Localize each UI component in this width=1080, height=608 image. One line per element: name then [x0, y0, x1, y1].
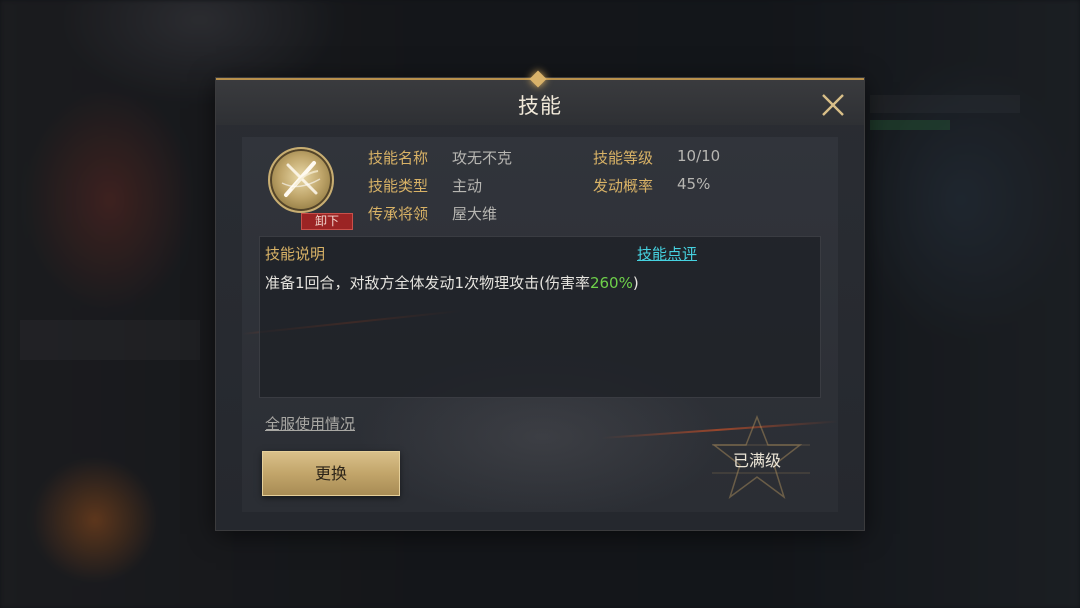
damage-rate-highlight: 260%	[589, 274, 633, 292]
max-level-indicator: 已满级	[712, 415, 812, 505]
skill-dialog: 技能 卸下 技能名称 攻无不克 技能类型 主动 传承将领 屋大维 技能等级 10…	[216, 70, 864, 530]
skill-type-label: 技能类型	[368, 177, 429, 195]
skill-icon-slot[interactable]	[268, 147, 338, 217]
dialog-header: 技能	[216, 70, 864, 125]
close-icon	[822, 94, 844, 116]
skill-name-value: 攻无不克	[452, 149, 513, 167]
description-text: 准备1回合，对敌方全体发动1次物理攻击(伤害率260%)	[265, 272, 639, 293]
replace-button[interactable]: 更换	[262, 451, 400, 496]
crossed-blades-icon	[281, 161, 321, 197]
inherit-general-value: 屋大维	[452, 205, 498, 223]
skill-name-label: 技能名称	[368, 149, 429, 167]
dialog-title: 技能	[518, 94, 562, 118]
description-text-main: 准备1回合，对敌方全体发动1次物理攻击(伤害率	[265, 274, 590, 292]
close-button[interactable]	[820, 92, 846, 118]
skill-type-value: 主动	[452, 177, 483, 195]
server-usage-link[interactable]: 全服使用情况	[265, 413, 355, 434]
trigger-rate-label: 发动概率	[593, 177, 654, 195]
skill-level-label: 技能等级	[593, 149, 654, 167]
description-panel: 技能说明 技能点评 准备1回合，对敌方全体发动1次物理攻击(伤害率260%)	[259, 236, 821, 398]
trigger-rate-value: 45%	[677, 175, 711, 193]
skill-content-panel: 卸下 技能名称 攻无不克 技能类型 主动 传承将领 屋大维 技能等级 10/10…	[241, 137, 838, 512]
max-level-label: 已满级	[732, 451, 781, 470]
skill-emblem	[268, 147, 334, 213]
description-title: 技能说明	[265, 245, 326, 263]
skill-review-link[interactable]: 技能点评	[637, 243, 697, 264]
inherit-general-label: 传承将领	[368, 205, 429, 223]
description-text-end: )	[632, 274, 639, 292]
skill-level-value: 10/10	[677, 147, 721, 165]
unequip-button[interactable]: 卸下	[301, 213, 353, 230]
